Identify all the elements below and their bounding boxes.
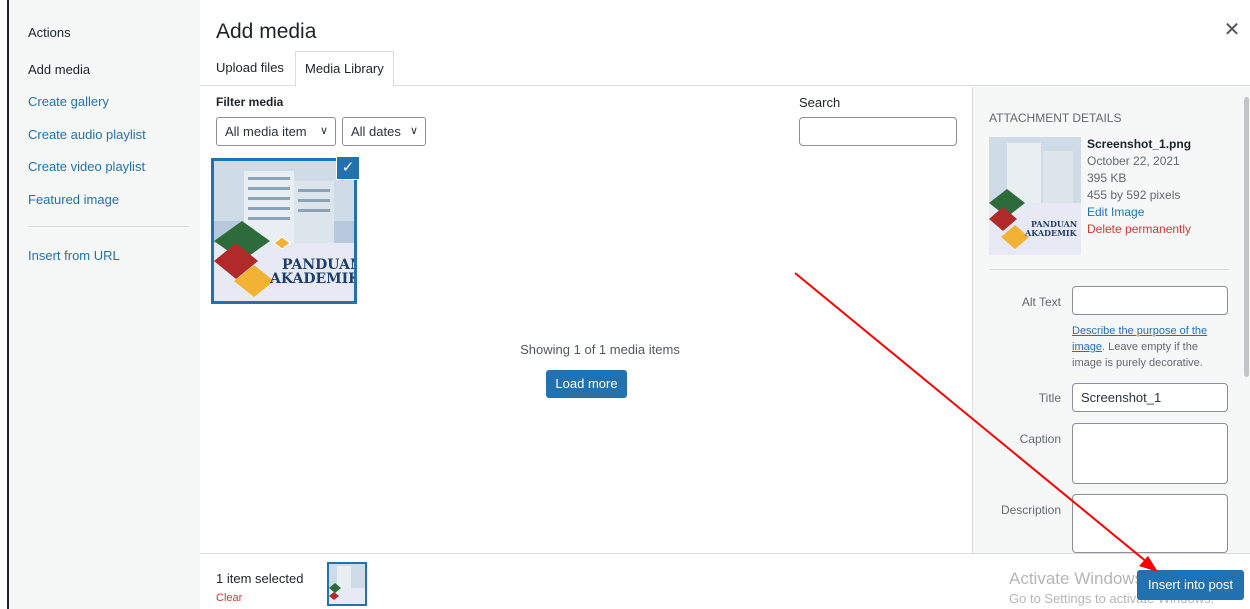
edit-image-link[interactable]: Edit Image [1087, 204, 1191, 221]
sidebar-item-insert-from-url[interactable]: Insert from URL [28, 247, 120, 265]
close-icon[interactable]: ✕ [1222, 18, 1242, 42]
media-type-select-value: All media item [225, 124, 307, 139]
attachment-details-panel: Attachment Details PANDUAN AKADEMIK Scre… [972, 87, 1250, 553]
load-more-button[interactable]: Load more [546, 370, 627, 398]
preview-subtitle: AKADEMIK [1024, 228, 1078, 238]
selection-count: 1 item selected [216, 571, 304, 586]
selected-item-thumbnail[interactable] [327, 562, 367, 606]
attachment-dimensions: 455 by 592 pixels [1087, 188, 1181, 202]
alt-text-help: Describe the purpose of the image. Leave… [1072, 323, 1222, 371]
sidebar-item-create-audio-playlist[interactable]: Create audio playlist [28, 126, 146, 144]
thumbnail-image: PANDUAN AKADEMIK [214, 161, 354, 301]
tab-upload-files[interactable]: Upload files [207, 51, 293, 86]
sidebar-item-add-media[interactable]: Add media [28, 61, 90, 79]
chevron-down-icon: ∨ [409, 125, 418, 137]
attachment-info: Screenshot_1.png October 22, 2021 395 KB… [1087, 136, 1191, 238]
sidebar-item-featured-image[interactable]: Featured image [28, 191, 119, 209]
attachment-preview: PANDUAN AKADEMIK [989, 137, 1081, 255]
chevron-down-icon: ∨ [319, 125, 328, 137]
media-type-select[interactable]: All media item ∨ [216, 117, 336, 146]
caption-field[interactable] [1072, 423, 1228, 484]
search-input[interactable] [799, 117, 957, 146]
tab-media-library[interactable]: Media Library [295, 51, 394, 87]
showing-count: Showing 1 of 1 media items [520, 342, 680, 357]
sidebar-divider [28, 226, 189, 227]
attachment-date: October 22, 2021 [1087, 154, 1180, 168]
title-label: Title [1038, 391, 1061, 405]
description-label: Description [1000, 503, 1061, 517]
details-divider [989, 269, 1229, 270]
delete-permanently-link[interactable]: Delete permanently [1087, 221, 1191, 238]
caption-label: Caption [1019, 432, 1061, 446]
media-toolbar-bottom: 1 item selected Clear Activate Windows G… [200, 553, 1250, 609]
title-field[interactable]: Screenshot_1 [1072, 383, 1228, 412]
actions-sidebar: Actions Add media Create gallery Create … [9, 0, 200, 609]
attachment-filename: Screenshot_1.png [1087, 137, 1192, 151]
search-label: Search [799, 95, 841, 110]
attachment-size: 395 KB [1087, 171, 1127, 185]
attachment-details-heading: Attachment Details [989, 111, 1122, 125]
page-title: Add media [216, 20, 317, 43]
sidebar-heading: Actions [28, 25, 71, 40]
alt-text-label: Alt Text [1021, 295, 1061, 309]
date-select-value: All dates [351, 124, 401, 139]
clear-selection-link[interactable]: Clear [216, 592, 242, 604]
insert-into-post-button[interactable]: Insert into post [1137, 570, 1244, 600]
details-scrollbar[interactable] [1244, 97, 1249, 377]
alt-text-field[interactable] [1072, 286, 1228, 315]
filter-media-label: Filter media [216, 95, 284, 109]
tab-bar: Upload files Media Library [200, 51, 1250, 87]
description-field[interactable] [1072, 494, 1228, 553]
thumbnail-subtitle: AKADEMIK [269, 271, 354, 287]
sidebar-item-create-gallery[interactable]: Create gallery [28, 93, 109, 111]
sidebar-item-create-video-playlist[interactable]: Create video playlist [28, 158, 145, 176]
checkmark-icon[interactable]: ✓ [336, 156, 360, 180]
date-select[interactable]: All dates ∨ [342, 117, 426, 146]
